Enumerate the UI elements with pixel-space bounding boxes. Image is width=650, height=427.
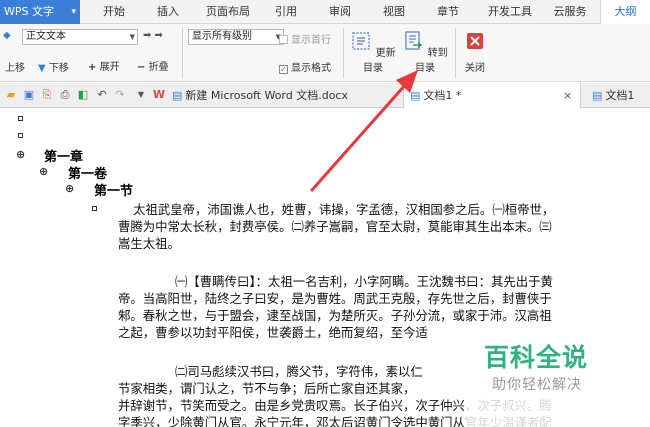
body-paragraph-line: 之起，曹参以功封平阳侯，世袭爵土，绝而复绍，至今适: [118, 325, 428, 340]
open-folder-icon[interactable]: ▰: [4, 88, 18, 102]
move-down-label: 下移: [48, 63, 69, 74]
export-pdf-icon[interactable]: ⎘: [40, 88, 54, 102]
save-icon[interactable]: ▣: [22, 88, 36, 102]
body-paragraph-line: 邾。春秋之世，与于盟会，逮至战国，为楚所灭。子孙分流，或家于沛。汉高祖: [118, 308, 552, 323]
outline-bullet-empty[interactable]: [18, 116, 23, 121]
move-up-label: 上移: [5, 63, 25, 74]
tab-outline[interactable]: 大纲: [600, 0, 650, 24]
tab-references[interactable]: 引用: [268, 0, 304, 24]
chevron-down-icon: ▾: [71, 7, 76, 17]
tab-section[interactable]: 章节: [430, 0, 466, 24]
expand-button[interactable]: + 展开: [88, 58, 120, 73]
show-level-combo[interactable]: 显示所有级别 ▼: [188, 29, 284, 45]
show-first-line-label: 显示首行: [291, 35, 331, 46]
outline-expand-icon[interactable]: ⊕: [65, 183, 74, 194]
outline-level-value: 正文文本: [26, 31, 66, 42]
doc-tab-label: 文档1: [605, 89, 635, 102]
checkmark-icon: ✓: [279, 65, 288, 74]
update-toc-icon: [352, 32, 371, 50]
app-menu-label: WPS 文字: [4, 5, 54, 18]
tab-insert[interactable]: 插入: [150, 0, 186, 24]
close-label: 关闭: [465, 63, 485, 74]
ribbon-outline: ◆ 正文文本 ▼ ➡ ➡ 显示所有级别 ▼ 显示首行 上移 ▼ 下移 + 展开 …: [0, 24, 650, 82]
outline-expand-icon[interactable]: ⊕: [39, 166, 48, 177]
show-first-line-toggle[interactable]: 显示首行: [279, 31, 331, 46]
watermark-subtitle: 助你轻松解决: [492, 377, 582, 393]
ribbon-divider: [455, 28, 456, 78]
outline-expand-icon[interactable]: ⊕: [16, 149, 25, 160]
move-down-button[interactable]: ▼ 下移: [38, 59, 69, 74]
doc-tab-label: 文档1 *: [423, 89, 462, 102]
promote-to-heading1-icon[interactable]: ◆: [3, 30, 11, 41]
close-icon: [467, 33, 483, 49]
quick-access-bar: ▰ ▣ ⎘ ⎙ ◧ ↶ ↷ ▼ W ▤ 新建 Microsoft Word 文档.…: [0, 83, 650, 108]
goto-toc-button[interactable]: 转到目录: [400, 30, 450, 74]
doc-tab-other[interactable]: ▤ 文档1: [584, 83, 650, 108]
close-tab-icon[interactable]: ×: [563, 83, 572, 108]
heading-level3: 第一节: [94, 184, 134, 199]
collapse-label: 折叠: [148, 62, 169, 73]
tab-review[interactable]: 审阅: [322, 0, 358, 24]
arrow-down-icon: ▼: [38, 63, 46, 74]
goto-toc-icon: [405, 31, 423, 50]
doc-tab-new-word[interactable]: ▤ 新建 Microsoft Word 文档.docx: [172, 83, 386, 108]
body-paragraph-line: 节家相类，谓门认之，节不与争；后所亡家自还其家，: [118, 381, 416, 396]
plus-icon: +: [88, 62, 97, 73]
body-paragraph-line: 太祖武皇帝，沛国谯人也，姓曹，讳操，字孟德，汉相国参之后。㈠桓帝世，: [133, 202, 555, 217]
word-doc-icon: ▤: [410, 89, 421, 102]
doc-tab-label: 新建 Microsoft Word 文档.docx: [185, 89, 348, 102]
show-format-label: 显示格式: [291, 63, 331, 74]
update-toc-button[interactable]: 更新目录: [348, 30, 398, 74]
demote-arrows-icon[interactable]: ➡ ➡: [143, 30, 163, 41]
customize-dropdown-icon[interactable]: ▼: [134, 88, 148, 102]
outline-bullet-body[interactable]: [92, 206, 97, 211]
ribbon-divider: [343, 28, 344, 78]
chevron-down-icon: ▼: [129, 33, 135, 41]
move-up-button[interactable]: 上移: [5, 59, 25, 74]
doc-tab-current[interactable]: ▤ 文档1 * ×: [403, 83, 581, 108]
app-menu-button[interactable]: WPS 文字 ▾: [0, 0, 80, 24]
close-outline-button[interactable]: 关闭: [460, 30, 490, 74]
tab-cloud[interactable]: 云服务: [548, 0, 592, 24]
tab-page-layout[interactable]: 页面布局: [200, 0, 256, 24]
wps-logo-icon[interactable]: W: [152, 88, 166, 102]
body-paragraph-line: 曹腾为中常太长秋，封费亭侯。㈡养子嵩嗣，官至太尉，莫能审其生出本末。㈢: [118, 219, 552, 234]
print-preview-icon[interactable]: ◧: [76, 88, 90, 102]
tab-home[interactable]: 开始: [96, 0, 132, 24]
watermark: 百科全说 助你轻松解决: [466, 332, 650, 427]
ribbon-divider: [182, 28, 183, 78]
print-icon[interactable]: ⎙: [58, 88, 72, 102]
checkbox-icon: [279, 35, 288, 44]
outline-bullet-empty[interactable]: [18, 133, 23, 138]
word-doc-icon: ▤: [592, 89, 603, 102]
body-paragraph-line: 嵩生太祖。: [118, 236, 180, 251]
show-level-value: 显示所有级别: [192, 31, 252, 42]
show-format-toggle[interactable]: ✓ 显示格式: [279, 59, 331, 74]
tab-developer[interactable]: 开发工具: [482, 0, 538, 24]
body-paragraph-line: 帝。当高阳世，陆终之子曰安，是为曹姓。周武王克殷，存先世之后，封曹侠于: [118, 291, 552, 306]
collapse-button[interactable]: − 折叠: [137, 58, 169, 73]
outline-level-combo[interactable]: 正文文本 ▼: [22, 29, 138, 45]
word-doc-icon: ▤: [172, 89, 183, 102]
minus-icon: −: [137, 62, 146, 73]
body-paragraph-line: ㈠【曹瞒传曰】：太祖一名吉利，小字阿瞒。王沈魏书曰：其先出于黄: [175, 274, 553, 289]
tab-view[interactable]: 视图: [376, 0, 412, 24]
menu-bar: WPS 文字 ▾ 开始 插入 页面布局 引用 审阅 视图 章节 开发工具 云服务…: [0, 0, 650, 24]
body-paragraph-line: ㈡司马彪续汉书曰，腾父节，字符伟，素以仁: [175, 364, 423, 379]
redo-icon[interactable]: ↷: [113, 88, 127, 102]
expand-label: 展开: [99, 62, 120, 73]
undo-icon[interactable]: ↶: [95, 88, 109, 102]
watermark-title: 百科全说: [484, 343, 589, 372]
